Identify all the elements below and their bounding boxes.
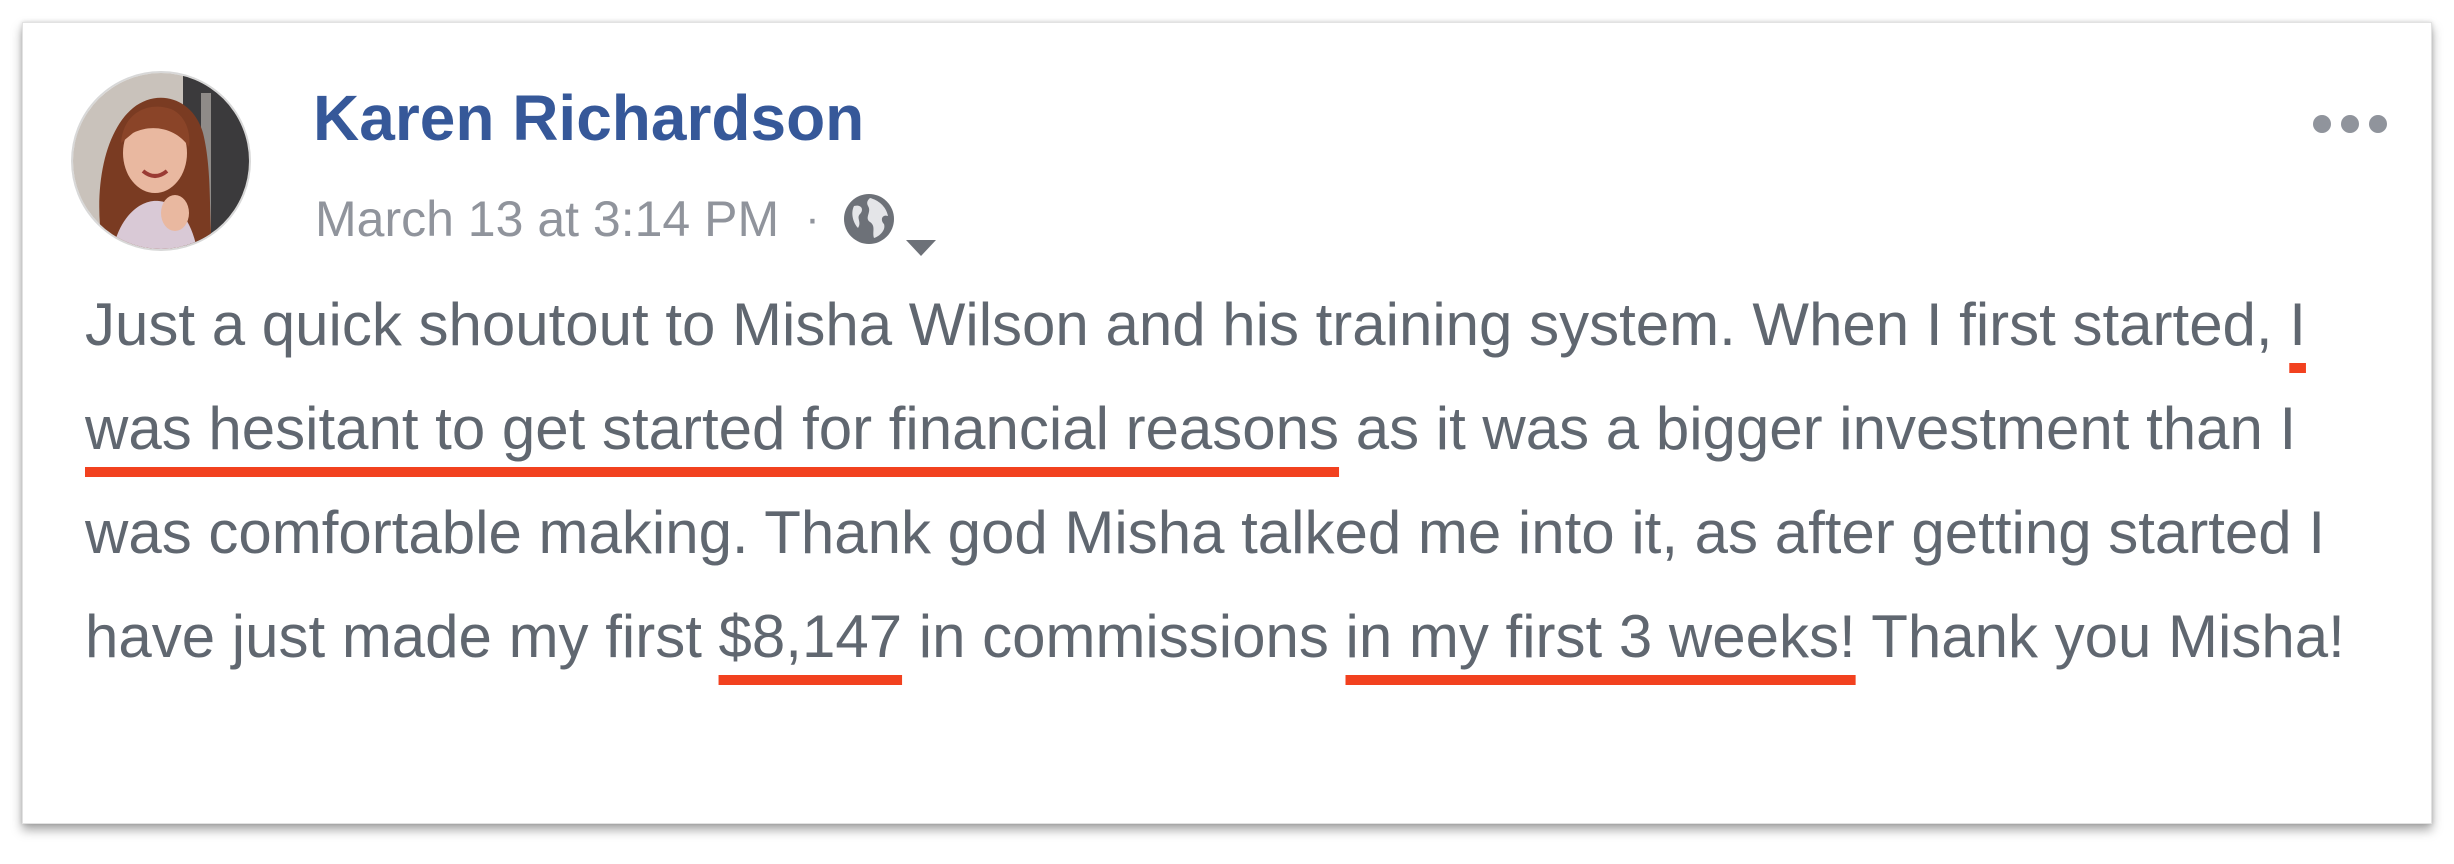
timestamp-link[interactable]: March 13 at 3:14 PM [315, 190, 779, 248]
chevron-down-icon[interactable] [904, 212, 938, 256]
globe-icon [842, 192, 896, 246]
more-dot [2369, 115, 2387, 133]
facebook-post-card: Karen Richardson March 13 at 3:14 PM · J… [22, 22, 2432, 824]
post-body: Just a quick shoutout to Misha Wilson an… [85, 273, 2385, 689]
profile-photo [73, 73, 249, 249]
meta-separator: · [805, 194, 820, 243]
more-dot [2313, 115, 2331, 133]
author-name-link[interactable]: Karen Richardson [313, 81, 864, 155]
post-text: in commissions [902, 603, 1346, 670]
more-horizontal-icon[interactable] [2313, 113, 2387, 135]
more-dot [2341, 115, 2359, 133]
post-text: Just a quick shoutout to Misha Wilson an… [85, 291, 2290, 358]
post-meta: March 13 at 3:14 PM · [315, 183, 938, 256]
post-text: Thank you Misha! [1855, 603, 2345, 670]
highlighted-phrase: in my first 3 weeks! [1345, 603, 1856, 670]
highlighted-amount: $8,147 [718, 603, 903, 670]
avatar[interactable] [71, 71, 251, 251]
